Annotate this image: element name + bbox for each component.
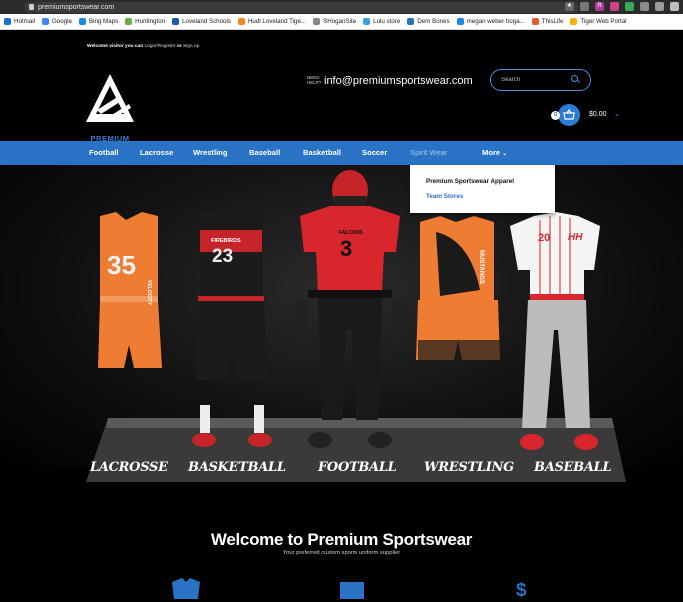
label-wrestling: WRESTLING xyxy=(424,460,514,475)
jersey-text-baseball: HH xyxy=(568,232,583,243)
lacrosse-uniform xyxy=(98,212,162,368)
label-basketball: BASKETBALL xyxy=(188,460,286,475)
jersey-number-lacrosse: 35 xyxy=(107,250,136,280)
tshirt-icon xyxy=(172,578,200,599)
dropdown-apparel[interactable]: Premium Sportswear Apparel xyxy=(426,178,514,185)
welcome-subtitle: Your preferred custom sports uniform sup… xyxy=(282,550,401,556)
spirit-wear-dropdown: Premium Sportswear Apparel Team Stores xyxy=(410,165,555,213)
jersey-number-basketball: 23 xyxy=(212,246,234,267)
jersey-number-football: 3 xyxy=(340,236,353,261)
jersey-text-lacrosse: VELOCITY xyxy=(146,280,152,306)
welcome-title: Welcome to Premium Sportswear xyxy=(210,530,473,549)
label-lacrosse: LACROSSE xyxy=(90,460,168,475)
baseball-uniform xyxy=(510,212,600,450)
football-uniform xyxy=(294,170,406,448)
label-baseball: BASEBALL xyxy=(534,460,612,475)
jersey-number-baseball: 20 xyxy=(538,232,551,244)
uniform-lineup-image xyxy=(86,170,626,599)
dropdown-team-stores[interactable]: Team Stores xyxy=(426,193,463,200)
wrestling-uniform xyxy=(416,216,500,360)
label-football: FOOTBALL xyxy=(318,460,397,475)
jersey-text-basketball: FIREBIRDS xyxy=(211,238,241,244)
jersey-text-football: FALCONS xyxy=(339,230,363,236)
truck-icon xyxy=(340,582,364,599)
jersey-text-wrestling: MUSTANGS xyxy=(478,250,484,284)
